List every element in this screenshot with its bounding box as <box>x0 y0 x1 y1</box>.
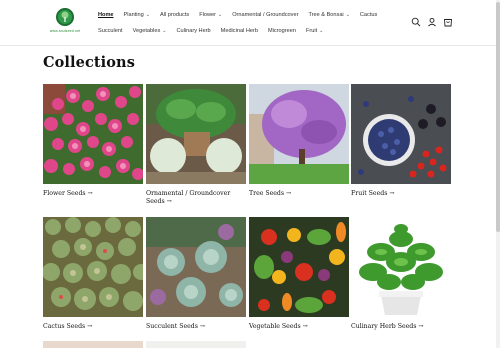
chevron-down-icon: ⌄ <box>218 12 223 18</box>
nav-label: Cactus <box>359 12 378 18</box>
collection-image[interactable] <box>43 217 143 317</box>
nav-label: Succulent <box>98 28 123 34</box>
nav-item-cactus[interactable]: Cactus <box>360 12 377 18</box>
scrollbar-thumb[interactable] <box>496 2 500 232</box>
primary-nav-row-2: Succulent Vegetables ⌄ Culinary Herb Medi… <box>98 26 333 36</box>
collection-image[interactable] <box>351 84 451 184</box>
nav-item-vegetables[interactable]: Vegetables ⌄ <box>133 28 167 34</box>
collection-label[interactable]: Fruit Seeds → <box>351 190 451 198</box>
nav-label: Microgreen <box>267 28 296 34</box>
nav-item-culinary-herb[interactable]: Culinary Herb <box>176 28 210 34</box>
logo-tree-icon <box>61 11 69 22</box>
chevron-down-icon: ⌄ <box>345 12 350 18</box>
collection-card-ornamental[interactable]: Ornamental / Groundcover Seeds → <box>146 84 246 206</box>
collection-image[interactable] <box>146 84 246 184</box>
collection-card-tree[interactable]: Tree Seeds → <box>249 84 349 198</box>
nav-item-microgreen[interactable]: Microgreen <box>268 28 296 34</box>
nav-item-flower[interactable]: Flower ⌄ <box>199 12 222 18</box>
succulents-image <box>146 217 246 317</box>
nav-item-medicinal-herb[interactable]: Medicinal Herb <box>221 28 258 34</box>
pink-roses-image <box>43 84 143 184</box>
nav-item-home[interactable]: Home <box>98 12 114 18</box>
collection-label[interactable]: Cactus Seeds → <box>43 323 143 331</box>
nav-label: Flower <box>199 12 216 18</box>
chevron-down-icon: ⌄ <box>319 28 324 34</box>
nav-item-fruit[interactable]: Fruit ⌄ <box>306 28 323 34</box>
nav-label: Tree & Bonsai <box>308 12 344 18</box>
cactus-field-image <box>43 217 143 317</box>
nav-item-succulent[interactable]: Succulent <box>98 28 123 34</box>
site-header: www.soulseed.net Home Planting ⌄ All prod… <box>0 0 500 46</box>
berries-bowl-image <box>351 84 451 184</box>
nav-label: Planting <box>123 12 144 18</box>
collection-card-succulent[interactable]: Succulent Seeds → <box>146 217 246 331</box>
nav-label: Home <box>98 12 114 18</box>
nav-item-planting[interactable]: Planting ⌄ <box>124 12 150 18</box>
collection-label[interactable]: Succulent Seeds → <box>146 323 246 331</box>
nav-label: Fruit <box>305 28 318 34</box>
nav-item-tree-bonsai[interactable]: Tree & Bonsai ⌄ <box>308 12 349 18</box>
logo-url-text: www.soulseed.net <box>49 29 81 33</box>
collection-card-fruit[interactable]: Fruit Seeds → <box>351 84 451 198</box>
collection-label[interactable]: Vegetable Seeds → <box>249 323 349 331</box>
vegetables-image <box>249 217 349 317</box>
nav-item-ornamental[interactable]: Ornamental / Groundcover <box>232 12 298 18</box>
account-icon[interactable] <box>427 17 437 27</box>
basil-pot-image <box>351 217 451 317</box>
collection-card-row3-1[interactable] <box>43 341 143 348</box>
nav-label: Ornamental / Groundcover <box>232 12 299 18</box>
search-icon[interactable] <box>411 17 421 27</box>
nav-label: Culinary Herb <box>176 28 211 34</box>
purple-tree-image <box>249 84 349 184</box>
primary-nav-row-1: Home Planting ⌄ All products Flower ⌄ Orna… <box>98 10 387 20</box>
collection-label[interactable]: Flower Seeds → <box>43 190 143 198</box>
collection-card-flower[interactable]: Flower Seeds → <box>43 84 143 198</box>
collection-card-cactus[interactable]: Cactus Seeds → <box>43 217 143 331</box>
hosta-planter-image <box>146 84 246 184</box>
nav-label: Vegetables <box>132 28 161 34</box>
collection-label[interactable]: Culinary Herb Seeds → <box>351 323 451 331</box>
chevron-down-icon: ⌄ <box>162 28 167 34</box>
page-scrollbar[interactable] <box>496 0 500 348</box>
page-title: Collections <box>43 54 135 71</box>
collection-image[interactable] <box>249 84 349 184</box>
nav-item-all-products[interactable]: All products <box>160 12 189 18</box>
site-logo[interactable]: www.soulseed.net <box>44 8 86 38</box>
collection-image[interactable] <box>146 341 246 348</box>
collection-card-vegetable[interactable]: Vegetable Seeds → <box>249 217 349 331</box>
collection-card-row3-2[interactable] <box>146 341 246 348</box>
header-icons <box>405 17 453 27</box>
collection-image[interactable] <box>43 341 143 348</box>
collection-image[interactable] <box>146 217 246 317</box>
collection-image[interactable] <box>43 84 143 184</box>
collection-card-culinary-herb[interactable]: Culinary Herb Seeds → <box>351 217 451 331</box>
collection-label[interactable]: Ornamental / Groundcover Seeds → <box>146 190 246 206</box>
collection-image[interactable] <box>249 217 349 317</box>
chevron-down-icon: ⌄ <box>145 12 150 18</box>
collection-image[interactable] <box>351 217 451 317</box>
collection-label[interactable]: Tree Seeds → <box>249 190 349 198</box>
nav-label: All products <box>159 12 190 18</box>
nav-label: Medicinal Herb <box>220 28 258 34</box>
cart-icon[interactable] <box>443 17 453 27</box>
